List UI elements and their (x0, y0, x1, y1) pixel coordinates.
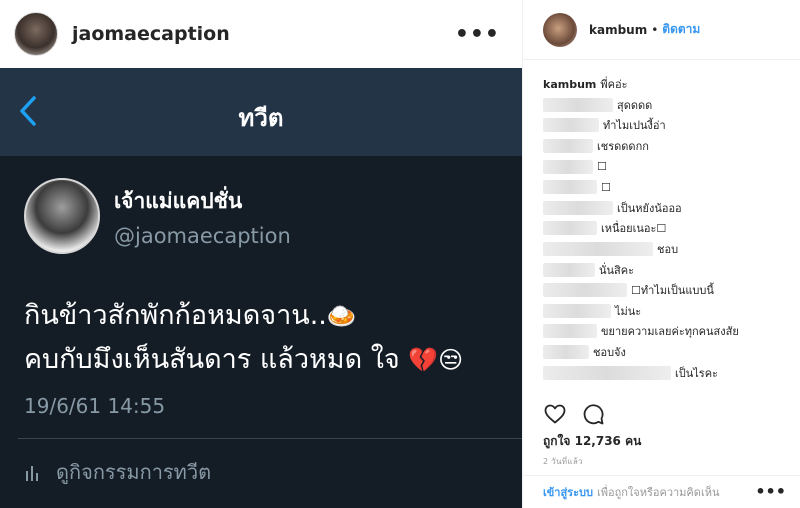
blurred-username (543, 180, 597, 195)
comment-item: เชรดดดกก (543, 136, 793, 157)
comment-text: ขยายความเลยค่ะทุกคนสงสัย (601, 325, 739, 339)
heart-icon[interactable] (543, 402, 567, 426)
blurred-username (543, 283, 627, 298)
comment-text: ชอบจัง (593, 346, 626, 360)
comment-icon[interactable] (581, 402, 605, 426)
blurred-username (543, 159, 593, 174)
post-time-ago: 2 วันที่แล้ว (543, 457, 583, 466)
comment-text: ☐ทำไมเป็นแบบนี้ (631, 284, 714, 298)
broken-heart-emoji-icon: 💔😒 (408, 346, 464, 374)
caption-username[interactable]: kambum (543, 78, 596, 91)
comments-panel: kambum • ติดตาม kambum พี่คอ่ะ สุดดดด ทำ… (522, 0, 800, 508)
comment-text: เป็นหยังน้อออ (617, 201, 682, 215)
account-avatar[interactable] (543, 12, 577, 47)
blurred-username (543, 303, 611, 318)
more-options-icon[interactable]: ••• (455, 22, 500, 47)
tweet-author: เจ้าแม่แคปชั่น @jaomaecaption (24, 178, 291, 254)
blurred-username (543, 97, 613, 112)
comment-text: สุดดดด (617, 98, 653, 112)
blurred-username (543, 345, 589, 360)
tweet-line-2: คบกับมึงเห็นสันดาร แล้วหมด ใจ (24, 344, 400, 375)
tweet-nav-bar: ทวีต (0, 68, 522, 156)
comment-item: เหนื่อยเนอะ☐ (543, 218, 793, 239)
food-emoji-icon: 🍛 (326, 302, 357, 330)
blurred-username (543, 200, 613, 215)
tweet-nav-title: ทวีต (238, 104, 284, 132)
more-options-icon[interactable]: ••• (755, 482, 786, 501)
comment-item: ทำไมเปนงี้อ่า (543, 115, 793, 136)
blurred-username (543, 221, 597, 236)
comment-item: เป็นหยังน้อออ (543, 198, 793, 219)
login-prompt: เข้าสู่ระบบ เพื่อถูกใจหรือความคิดเห็น ••… (523, 475, 800, 508)
tweet-body: กินข้าวสักพักก้อหมดจาน..🍛 คบกับมึงเห็นสั… (24, 294, 463, 382)
comment-text: ☐ (601, 180, 611, 194)
comment-text: เป็นไรคะ (675, 366, 718, 380)
comment-item: นั่นสิคะ (543, 259, 793, 280)
tweet-activity-label: ดูกิจกรรมการทวีต (56, 460, 212, 484)
likes-count[interactable]: ถูกใจ 12,736 คน (543, 432, 641, 451)
comment-text: เหนื่อยเนอะ☐ (601, 222, 667, 236)
login-prompt-text: เพื่อถูกใจหรือความคิดเห็น (596, 486, 720, 499)
comment-item: ☐ทำไมเป็นแบบนี้ (543, 280, 793, 301)
comment-text: เชรดดดกก (597, 140, 649, 154)
comment-item: สุดดดด (543, 95, 793, 116)
comment-text: นั่นสิคะ (599, 263, 635, 277)
separator-dot: • (651, 22, 659, 37)
post-actions (543, 402, 619, 426)
blurred-username (543, 242, 653, 257)
comment-item: ไม่นะ (543, 301, 793, 322)
comment-text: ทำไมเปนงี้อ่า (603, 119, 666, 133)
comment-list: kambum พี่คอ่ะ สุดดดด ทำไมเปนงี้อ่า เชรด… (543, 74, 793, 383)
sidebar-header: kambum • ติดตาม (523, 0, 800, 60)
comment-item: ☐ (543, 156, 793, 177)
post-header: jaomaecaption ••• (0, 0, 522, 68)
comment-item: เป็นไรคะ (543, 362, 793, 383)
comment-text: ชอบ (657, 243, 679, 257)
blurred-username (543, 324, 597, 339)
blurred-username (543, 118, 599, 133)
bar-chart-icon (26, 466, 38, 481)
tweet-display-name: เจ้าแม่แคปชั่น (114, 188, 243, 213)
tweet-divider (18, 438, 522, 439)
caption: kambum พี่คอ่ะ (543, 74, 793, 95)
tweet-handle: @jaomaecaption (114, 223, 291, 248)
login-link[interactable]: เข้าสู่ระบบ (543, 483, 593, 501)
tweet-line-1: กินข้าวสักพักก้อหมดจาน.. (24, 300, 327, 331)
blurred-username (543, 262, 595, 277)
post-author-avatar[interactable] (14, 12, 58, 56)
caption-text: พี่คอ่ะ (600, 78, 628, 92)
post-author-username[interactable]: jaomaecaption (72, 23, 230, 45)
comment-item: ขยายความเลยค่ะทุกคนสงสัย (543, 321, 793, 342)
tweet-timestamp: 19/6/61 14:55 (24, 394, 166, 418)
comment-text: ☐ (597, 160, 607, 174)
blurred-username (543, 139, 593, 154)
follow-button[interactable]: ติดตาม (662, 20, 700, 39)
tweet-author-avatar (24, 178, 100, 254)
comment-item: ชอบจัง (543, 342, 793, 363)
tweet-screenshot: ทวีต เจ้าแม่แคปชั่น @jaomaecaption กินข้… (0, 68, 522, 508)
account-username[interactable]: kambum (589, 23, 647, 37)
blurred-username (543, 365, 671, 380)
comment-item: ชอบ (543, 239, 793, 260)
comment-text: ไม่นะ (615, 304, 642, 318)
tweet-activity: ดูกิจกรรมการทวีต (24, 456, 211, 488)
comment-item: ☐ (543, 177, 793, 198)
